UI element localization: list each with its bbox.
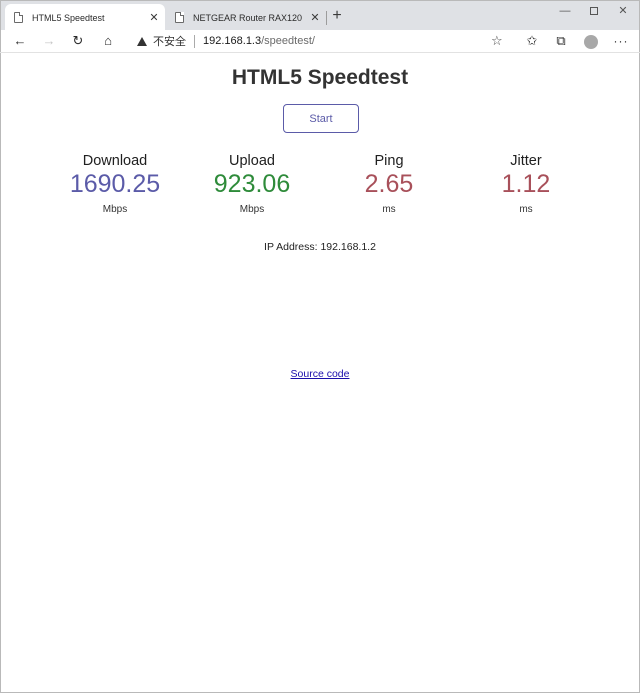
download-metric: Download 1690.25 Mbps: [45, 153, 185, 215]
minimize-icon[interactable]: —: [550, 3, 580, 19]
forward-arrow-icon[interactable]: →: [38, 30, 60, 52]
download-value: 1690.25: [69, 170, 161, 198]
collections-icon[interactable]: ⧉: [550, 30, 572, 52]
new-tab-plus-icon[interactable]: +: [329, 6, 345, 26]
ping-metric: Ping 2.65 ms: [319, 153, 459, 215]
tab-html5-speedtest[interactable]: HTML5 Speedtest ✕: [5, 4, 165, 31]
security-label[interactable]: 不安全: [153, 33, 186, 49]
browser-toolbar: ← → ↻ ⌂ 不安全 192.168.1.3/speedtest/ ☆ ✩ ⧉…: [0, 30, 640, 52]
download-unit: Mbps: [102, 204, 128, 215]
home-icon[interactable]: ⌂: [97, 30, 119, 52]
address-bar[interactable]: 不安全 192.168.1.3/speedtest/ ☆: [129, 30, 513, 52]
reload-icon[interactable]: ↻: [67, 30, 89, 52]
tab-divider: [326, 11, 327, 25]
page-content: HTML5 Speedtest Start Download 1690.25 M…: [0, 53, 640, 693]
close-tab-icon[interactable]: ✕: [306, 11, 324, 24]
address-divider: [194, 34, 195, 48]
tab-netgear-router[interactable]: NETGEAR Router RAX120 ✕: [166, 4, 326, 31]
upload-label: Upload: [229, 153, 275, 169]
upload-unit: Mbps: [239, 204, 265, 215]
jitter-value: 1.12: [501, 170, 551, 198]
jitter-metric: Jitter 1.12 ms: [456, 153, 596, 215]
source-code-container: Source code: [1, 368, 639, 380]
url-host: 192.168.1.3: [203, 35, 262, 47]
ip-address-text: IP Address: 192.168.1.2: [264, 241, 376, 253]
upload-metric: Upload 923.06 Mbps: [182, 153, 322, 215]
warning-icon: [137, 36, 147, 46]
download-label: Download: [82, 153, 148, 169]
jitter-unit: ms: [519, 204, 533, 215]
window-close-icon[interactable]: ✕: [608, 3, 638, 19]
upload-value: 923.06: [213, 170, 291, 198]
close-tab-icon[interactable]: ✕: [145, 11, 163, 24]
maximize-icon[interactable]: [579, 3, 609, 19]
page-icon: [14, 12, 23, 23]
tab-title: HTML5 Speedtest: [32, 12, 105, 23]
page-title: HTML5 Speedtest: [231, 66, 409, 89]
favorites-list-icon[interactable]: ✩: [521, 30, 543, 52]
more-menu-icon[interactable]: ···: [610, 30, 632, 52]
ping-value: 2.65: [364, 170, 414, 198]
tab-title: NETGEAR Router RAX120: [193, 12, 303, 23]
ping-unit: ms: [382, 204, 396, 215]
profile-avatar-icon[interactable]: [580, 30, 602, 52]
back-arrow-icon[interactable]: ←: [9, 30, 31, 52]
favorite-star-icon[interactable]: ☆: [491, 30, 503, 52]
tab-strip: HTML5 Speedtest ✕ NETGEAR Router RAX120 …: [0, 0, 640, 31]
start-button[interactable]: Start: [283, 104, 359, 133]
source-code-link[interactable]: Source code: [291, 368, 350, 380]
url-path: /speedtest/: [261, 35, 315, 47]
page-icon: [175, 12, 184, 23]
jitter-label: Jitter: [510, 153, 542, 169]
ping-label: Ping: [374, 153, 404, 169]
